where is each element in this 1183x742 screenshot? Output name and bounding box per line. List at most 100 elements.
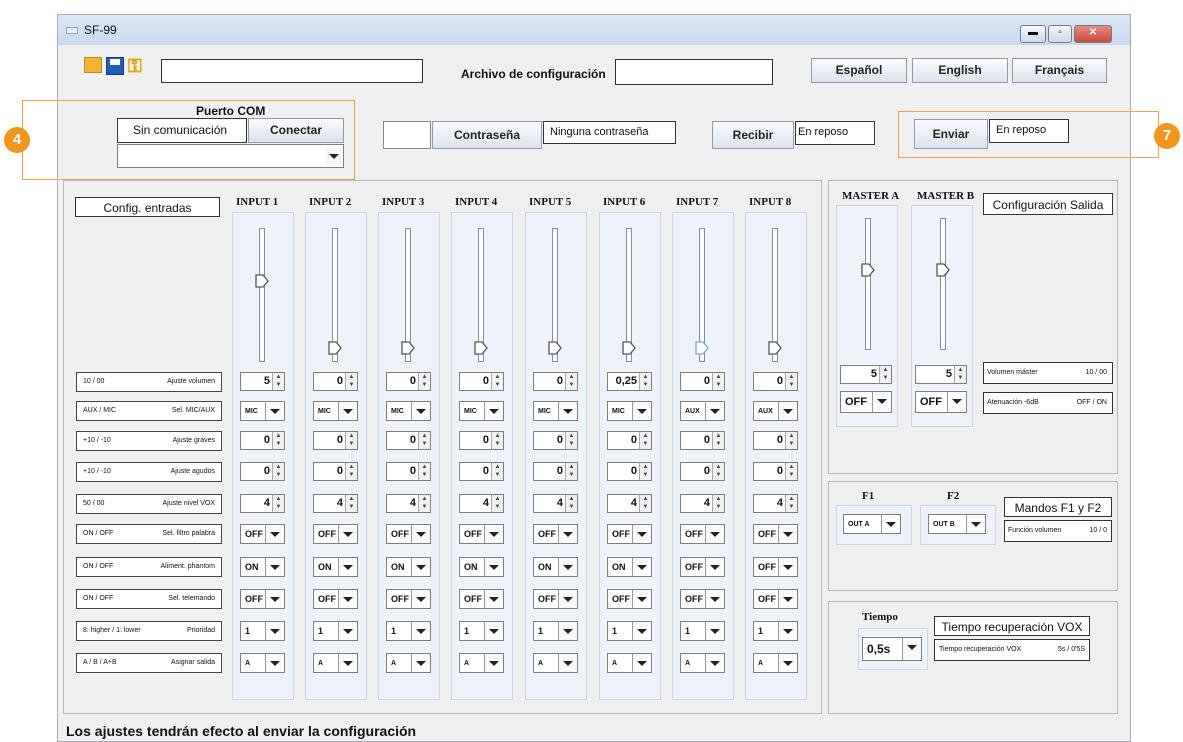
key-icon[interactable]: ⚿ (128, 56, 154, 76)
input-4-output-select[interactable]: A (459, 653, 504, 673)
input-1-bass-spinner[interactable]: 0 ▲ ▼ (240, 431, 285, 450)
send-button[interactable]: Enviar (914, 119, 988, 149)
input-5-vox-spinner[interactable]: 4 ▲ ▼ (533, 494, 578, 513)
input-3-output-select[interactable]: A (386, 653, 431, 673)
receive-button[interactable]: Recibir (712, 121, 794, 149)
input-3-word_filter-select[interactable]: OFF (386, 524, 431, 544)
input-7-slider-thumb[interactable] (695, 341, 709, 355)
input-1-priority-select[interactable]: 1 (240, 621, 285, 641)
input-3-slider-thumb[interactable] (401, 341, 415, 355)
input-5-word_filter-select[interactable]: OFF (533, 524, 578, 544)
open-folder-icon[interactable] (84, 57, 102, 73)
input-5-mic_aux-select[interactable]: MIC (533, 401, 578, 421)
input-3-volume-spinner[interactable]: 0 ▲ ▼ (386, 372, 431, 391)
master-a-atten-select[interactable]: OFF (840, 391, 892, 413)
input-2-vox-spinner[interactable]: 4 ▲ ▼ (313, 494, 358, 513)
input-2-priority-select[interactable]: 1 (313, 621, 358, 641)
input-4-volume-spinner[interactable]: 0 ▲ ▼ (459, 372, 504, 391)
input-2-bass-spinner[interactable]: 0 ▲ ▼ (313, 431, 358, 450)
input-4-priority-select[interactable]: 1 (459, 621, 504, 641)
input-8-bass-spinner[interactable]: 0 ▲ ▼ (753, 431, 798, 450)
input-8-word_filter-select[interactable]: OFF (753, 524, 798, 544)
maximize-button[interactable]: ▫ (1048, 25, 1072, 43)
input-5-phantom-select[interactable]: ON (533, 557, 578, 577)
input-4-mic_aux-select[interactable]: MIC (459, 401, 504, 421)
input-7-treble-spinner[interactable]: 0 ▲ ▼ (680, 462, 725, 481)
input-8-remote-select[interactable]: OFF (753, 589, 798, 609)
input-3-remote-select[interactable]: OFF (386, 589, 431, 609)
input-1-volume-spinner[interactable]: 5 ▲ ▼ (240, 372, 285, 391)
f1-select[interactable]: OUT A (843, 514, 901, 534)
input-7-remote-select[interactable]: OFF (680, 589, 725, 609)
password-button[interactable]: Contraseña (432, 121, 542, 149)
input-6-mic_aux-select[interactable]: MIC (607, 401, 652, 421)
com-port-select[interactable] (117, 144, 344, 168)
input-4-word_filter-select[interactable]: OFF (459, 524, 504, 544)
input-7-mic_aux-select[interactable]: AUX (680, 401, 725, 421)
input-5-slider-thumb[interactable] (548, 341, 562, 355)
input-2-word_filter-select[interactable]: OFF (313, 524, 358, 544)
save-icon[interactable] (106, 57, 124, 75)
input-6-phantom-select[interactable]: ON (607, 557, 652, 577)
master-a-slider-thumb[interactable] (861, 263, 875, 277)
input-6-bass-spinner[interactable]: 0 ▲ ▼ (607, 431, 652, 450)
input-4-treble-spinner[interactable]: 0 ▲ ▼ (459, 462, 504, 481)
lang-spanish-button[interactable]: Español (811, 58, 907, 83)
input-1-output-select[interactable]: A (240, 653, 285, 673)
master-b-atten-select[interactable]: OFF (915, 391, 967, 413)
input-3-vox-spinner[interactable]: 4 ▲ ▼ (386, 494, 431, 513)
input-2-output-select[interactable]: A (313, 653, 358, 673)
input-8-volume-spinner[interactable]: 0 ▲ ▼ (753, 372, 798, 391)
input-3-treble-spinner[interactable]: 0 ▲ ▼ (386, 462, 431, 481)
input-8-slider-thumb[interactable] (768, 341, 782, 355)
input-7-volume-spinner[interactable]: 0 ▲ ▼ (680, 372, 725, 391)
input-8-phantom-select[interactable]: OFF (753, 557, 798, 577)
input-6-word_filter-select[interactable]: OFF (607, 524, 652, 544)
input-8-output-select[interactable]: A (753, 653, 798, 673)
input-5-bass-spinner[interactable]: 0 ▲ ▼ (533, 431, 578, 450)
input-7-bass-spinner[interactable]: 0 ▲ ▼ (680, 431, 725, 450)
input-6-volume-spinner[interactable]: 0,25 ▲ ▼ (607, 372, 652, 391)
input-1-mic_aux-select[interactable]: MIC (240, 401, 285, 421)
password-field[interactable] (383, 121, 431, 149)
lang-french-button[interactable]: Français (1012, 58, 1107, 83)
input-1-word_filter-select[interactable]: OFF (240, 524, 285, 544)
input-7-word_filter-select[interactable]: OFF (680, 524, 725, 544)
input-2-volume-spinner[interactable]: 0 ▲ ▼ (313, 372, 358, 391)
input-3-priority-select[interactable]: 1 (386, 621, 431, 641)
input-6-treble-spinner[interactable]: 0 ▲ ▼ (607, 462, 652, 481)
input-7-priority-select[interactable]: 1 (680, 621, 725, 641)
input-2-phantom-select[interactable]: ON (313, 557, 358, 577)
input-8-mic_aux-select[interactable]: AUX (753, 401, 798, 421)
input-4-phantom-select[interactable]: ON (459, 557, 504, 577)
input-1-slider-track[interactable] (259, 228, 265, 362)
input-4-vox-spinner[interactable]: 4 ▲ ▼ (459, 494, 504, 513)
input-1-treble-spinner[interactable]: 0 ▲ ▼ (240, 462, 285, 481)
input-2-mic_aux-select[interactable]: MIC (313, 401, 358, 421)
input-7-output-select[interactable]: A (680, 653, 725, 673)
input-4-remote-select[interactable]: OFF (459, 589, 504, 609)
master-a-volume-spinner[interactable]: 5 ▲ ▼ (840, 365, 892, 384)
connect-button[interactable]: Conectar (248, 118, 344, 143)
input-8-priority-select[interactable]: 1 (753, 621, 798, 641)
input-3-phantom-select[interactable]: ON (386, 557, 431, 577)
input-3-mic_aux-select[interactable]: MIC (386, 401, 431, 421)
close-button[interactable]: ✕ (1074, 25, 1112, 43)
minimize-button[interactable]: ▬ (1020, 25, 1046, 43)
input-6-output-select[interactable]: A (607, 653, 652, 673)
input-1-remote-select[interactable]: OFF (240, 589, 285, 609)
input-1-phantom-select[interactable]: ON (240, 557, 285, 577)
input-8-vox-spinner[interactable]: 4 ▲ ▼ (753, 494, 798, 513)
input-5-volume-spinner[interactable]: 0 ▲ ▼ (533, 372, 578, 391)
time-select[interactable]: 0,5s (862, 637, 922, 661)
master-b-slider-track[interactable] (940, 218, 946, 350)
f2-select[interactable]: OUT B (928, 514, 986, 534)
input-4-slider-thumb[interactable] (474, 341, 488, 355)
input-1-vox-spinner[interactable]: 4 ▲ ▼ (240, 494, 285, 513)
input-8-treble-spinner[interactable]: 0 ▲ ▼ (753, 462, 798, 481)
input-2-treble-spinner[interactable]: 0 ▲ ▼ (313, 462, 358, 481)
master-b-volume-spinner[interactable]: 5 ▲ ▼ (915, 365, 967, 384)
input-2-remote-select[interactable]: OFF (313, 589, 358, 609)
lang-english-button[interactable]: English (912, 58, 1008, 83)
input-5-treble-spinner[interactable]: 0 ▲ ▼ (533, 462, 578, 481)
